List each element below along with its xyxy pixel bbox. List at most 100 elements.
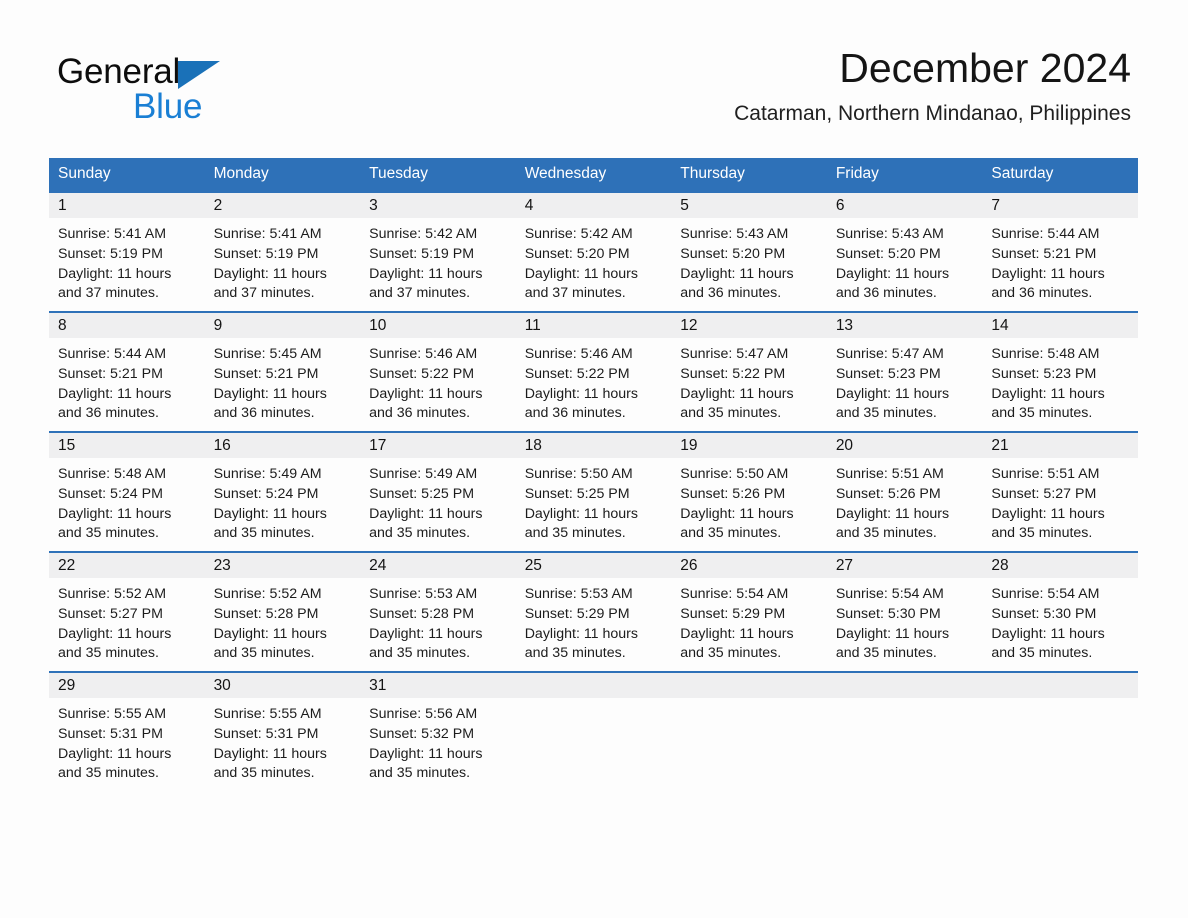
day-number: 17 (360, 433, 516, 458)
daylight-text-line1: Daylight: 11 hours (835, 505, 950, 522)
calendar-day-cell[interactable]: 19 Sunrise: 5:50 AM Sunset: 5:26 PM Dayligh… (671, 431, 827, 552)
sunrise-text: Sunrise: 5:54 AM (835, 586, 944, 602)
calendar-day-cell[interactable]: 11 Sunrise: 5:46 AM Sunset: 5:22 PM Dayligh… (515, 311, 672, 432)
calendar-day-cell[interactable]: 14 Sunrise: 5:48 AM Sunset: 5:23 PM Dayligh… (982, 311, 1138, 432)
sunrise-text: Sunrise: 5:46 AM (524, 346, 633, 362)
calendar-day-cell[interactable]: 24 Sunrise: 5:53 AM Sunset: 5:28 PM Dayligh… (360, 551, 516, 672)
daylight-text-line2: and 35 minutes. (524, 645, 626, 662)
logo-word-general: General (57, 52, 181, 91)
calendar-day-cell[interactable]: 10 Sunrise: 5:46 AM Sunset: 5:22 PM Dayligh… (360, 311, 516, 432)
daylight-text-line2: and 35 minutes. (213, 645, 315, 662)
daylight-text-line2: and 36 minutes. (991, 285, 1093, 302)
day-details: Sunrise: 5:54 AM Sunset: 5:29 PM Daylight:… (671, 578, 827, 664)
sunset-text: Sunset: 5:29 PM (524, 605, 630, 622)
calendar-day-cell[interactable]: 15 Sunrise: 5:48 AM Sunset: 5:24 PM Dayligh… (49, 431, 205, 552)
calendar-day-cell[interactable]: 6 Sunrise: 5:43 AM Sunset: 5:20 PM Daylight… (826, 191, 983, 312)
calendar-day-cell[interactable]: 2 Sunrise: 5:41 AM Sunset: 5:19 PM Daylight… (204, 191, 361, 312)
day-details: Sunrise: 5:51 AM Sunset: 5:26 PM Daylight:… (827, 458, 983, 544)
day-number: 28 (982, 553, 1138, 578)
daylight-text-line2: and 37 minutes. (369, 285, 471, 302)
calendar-day-cell[interactable]: 28 Sunrise: 5:54 AM Sunset: 5:30 PM Dayligh… (982, 551, 1138, 672)
day-details: Sunrise: 5:53 AM Sunset: 5:29 PM Daylight:… (516, 578, 672, 664)
daylight-text-line2: and 35 minutes. (58, 765, 159, 782)
calendar-day-cell[interactable]: 21 Sunrise: 5:51 AM Sunset: 5:27 PM Dayligh… (982, 431, 1138, 552)
sunrise-text: Sunrise: 5:54 AM (680, 586, 789, 602)
calendar-day-cell[interactable]: 29 Sunrise: 5:55 AM Sunset: 5:31 PM Dayligh… (49, 671, 205, 791)
daylight-text-line1: Daylight: 11 hours (369, 505, 483, 522)
daylight-text-line1: Daylight: 11 hours (680, 385, 794, 402)
day-details: Sunrise: 5:44 AM Sunset: 5:21 PM Daylight:… (49, 338, 205, 424)
sunset-text: Sunset: 5:28 PM (213, 605, 319, 622)
calendar-day-cell[interactable]: 30 Sunrise: 5:55 AM Sunset: 5:31 PM Dayligh… (204, 671, 361, 791)
day-number: 14 (982, 313, 1138, 338)
day-number: 5 (671, 193, 827, 218)
daylight-text-line2: and 37 minutes. (58, 285, 159, 302)
sunrise-text: Sunrise: 5:47 AM (680, 346, 789, 362)
calendar-day-cell[interactable]: 12 Sunrise: 5:47 AM Sunset: 5:22 PM Dayligh… (671, 311, 827, 432)
sunrise-text: Sunrise: 5:45 AM (213, 346, 322, 362)
sunrise-text: Sunrise: 5:53 AM (524, 586, 633, 602)
day-number: 11 (515, 313, 672, 338)
day-details: Sunrise: 5:42 AM Sunset: 5:20 PM Daylight:… (516, 218, 672, 304)
calendar-day-cell[interactable]: 3 Sunrise: 5:42 AM Sunset: 5:19 PM Daylight… (360, 191, 516, 312)
daylight-text-line1: Daylight: 11 hours (58, 745, 172, 762)
sunset-text: Sunset: 5:22 PM (369, 365, 475, 382)
daylight-text-line1: Daylight: 11 hours (991, 505, 1105, 522)
day-number: 31 (360, 673, 516, 698)
calendar-day-cell[interactable]: 22 Sunrise: 5:52 AM Sunset: 5:27 PM Dayligh… (49, 551, 205, 672)
calendar-day-cell[interactable]: 7 Sunrise: 5:44 AM Sunset: 5:21 PM Daylight… (982, 191, 1138, 312)
sunrise-text: Sunrise: 5:52 AM (58, 586, 167, 602)
day-number: 4 (515, 193, 672, 218)
sunrise-text: Sunrise: 5:49 AM (369, 466, 478, 482)
daylight-text-line2: and 35 minutes. (58, 525, 159, 542)
sunrise-text: Sunrise: 5:54 AM (991, 586, 1100, 602)
calendar-day-cell[interactable]: 27 Sunrise: 5:54 AM Sunset: 5:30 PM Dayligh… (826, 551, 983, 672)
day-number: 1 (49, 193, 205, 218)
sunrise-text: Sunrise: 5:44 AM (991, 226, 1100, 242)
daylight-text-line2: and 35 minutes. (524, 525, 626, 542)
daylight-text-line2: and 35 minutes. (835, 645, 937, 662)
calendar-day-cell[interactable]: 1 Sunrise: 5:41 AM Sunset: 5:19 PM Daylight… (49, 191, 205, 312)
sunset-text: Sunset: 5:21 PM (213, 365, 319, 382)
calendar-day-cell[interactable]: 23 Sunrise: 5:52 AM Sunset: 5:28 PM Dayligh… (204, 551, 361, 672)
daylight-text-line1: Daylight: 11 hours (58, 625, 172, 642)
calendar-day-cell[interactable]: 5 Sunrise: 5:43 AM Sunset: 5:20 PM Daylight… (671, 191, 827, 312)
daylight-text-line2: and 35 minutes. (680, 525, 782, 542)
day-number (671, 673, 827, 698)
calendar-day-cell[interactable]: 31 Sunrise: 5:56 AM Sunset: 5:32 PM Dayligh… (360, 671, 516, 791)
daylight-text-line2: and 35 minutes. (835, 525, 937, 542)
calendar-day-cell[interactable]: 26 Sunrise: 5:54 AM Sunset: 5:29 PM Dayligh… (671, 551, 827, 672)
daylight-text-line2: and 36 minutes. (835, 285, 937, 302)
calendar-day-cell[interactable]: 4 Sunrise: 5:42 AM Sunset: 5:20 PM Daylight… (515, 191, 672, 312)
general-blue-logo[interactable]: General Blue (57, 52, 287, 126)
calendar-day-cell[interactable]: 9 Sunrise: 5:45 AM Sunset: 5:21 PM Daylight… (204, 311, 361, 432)
calendar-day-cell[interactable]: 18 Sunrise: 5:50 AM Sunset: 5:25 PM Dayligh… (515, 431, 672, 552)
calendar-day-cell[interactable]: 8 Sunrise: 5:44 AM Sunset: 5:21 PM Daylight… (49, 311, 205, 432)
calendar-day-cell[interactable]: 16 Sunrise: 5:49 AM Sunset: 5:24 PM Dayligh… (204, 431, 361, 552)
calendar-day-cell[interactable]: 25 Sunrise: 5:53 AM Sunset: 5:29 PM Dayligh… (515, 551, 672, 672)
day-details: Sunrise: 5:43 AM Sunset: 5:20 PM Daylight:… (827, 218, 983, 304)
sunset-text: Sunset: 5:21 PM (991, 245, 1097, 262)
daylight-text-line1: Daylight: 11 hours (213, 265, 327, 282)
day-number: 3 (360, 193, 516, 218)
day-number: 27 (826, 553, 983, 578)
calendar-day-cell-empty (515, 671, 672, 791)
day-details: Sunrise: 5:41 AM Sunset: 5:19 PM Daylight:… (205, 218, 361, 304)
sunset-text: Sunset: 5:31 PM (213, 725, 319, 742)
calendar-day-cell[interactable]: 13 Sunrise: 5:47 AM Sunset: 5:23 PM Dayligh… (826, 311, 983, 432)
day-details: Sunrise: 5:48 AM Sunset: 5:23 PM Daylight:… (982, 338, 1138, 424)
logo-top-row: General (57, 52, 287, 91)
daylight-text-line2: and 37 minutes. (524, 285, 626, 302)
sunset-text: Sunset: 5:30 PM (991, 605, 1097, 622)
sunset-text: Sunset: 5:19 PM (58, 245, 163, 262)
calendar-day-cell[interactable]: 17 Sunrise: 5:49 AM Sunset: 5:25 PM Dayligh… (360, 431, 516, 552)
sunset-text: Sunset: 5:22 PM (680, 365, 786, 382)
day-number: 25 (515, 553, 672, 578)
sunset-text: Sunset: 5:19 PM (213, 245, 319, 262)
sunrise-text: Sunrise: 5:42 AM (524, 226, 633, 242)
sunrise-text: Sunrise: 5:43 AM (835, 226, 944, 242)
daylight-text-line2: and 35 minutes. (991, 405, 1093, 422)
sunrise-text: Sunrise: 5:48 AM (991, 346, 1100, 362)
daylight-text-line1: Daylight: 11 hours (58, 505, 172, 522)
calendar-day-cell[interactable]: 20 Sunrise: 5:51 AM Sunset: 5:26 PM Dayligh… (826, 431, 983, 552)
